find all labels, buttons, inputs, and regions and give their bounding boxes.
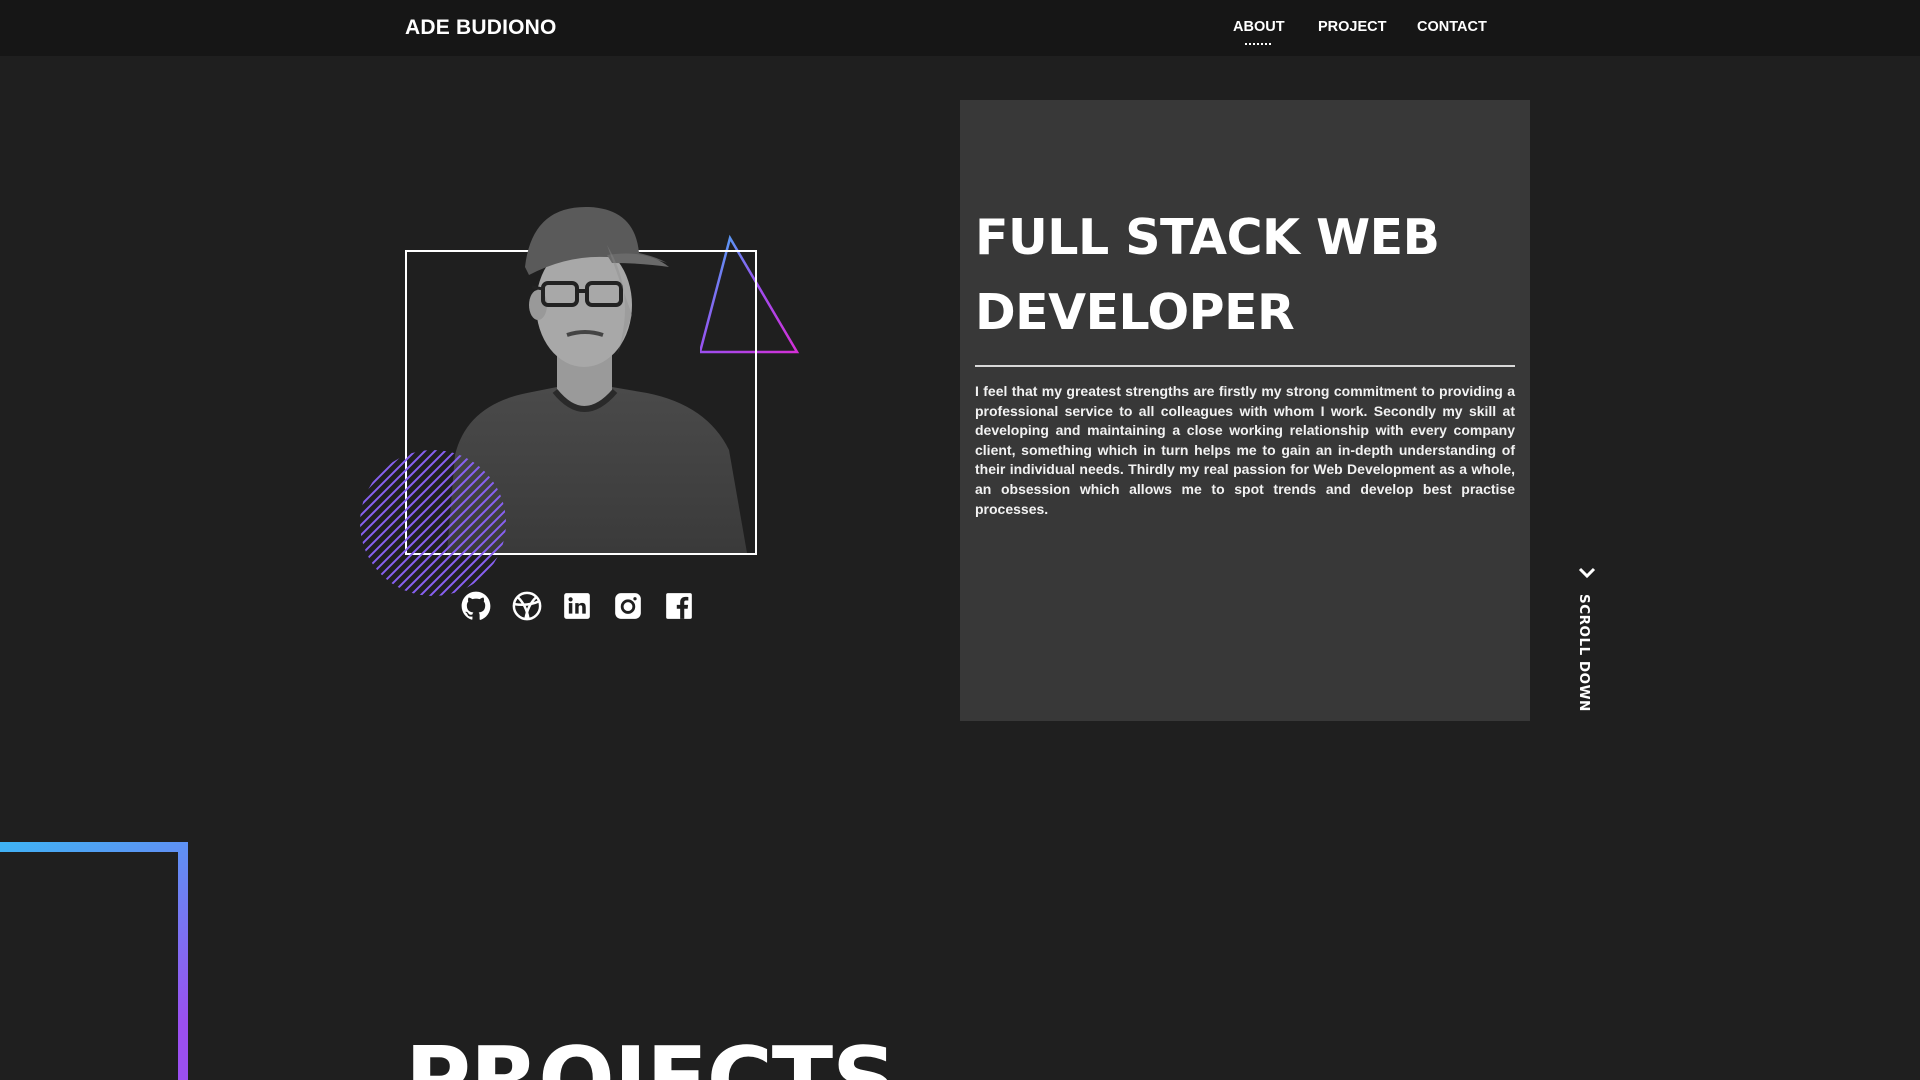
facebook-icon[interactable] xyxy=(663,590,695,622)
scroll-down-label: SCROLL DOWN xyxy=(1576,594,1592,712)
linkedin-icon[interactable] xyxy=(561,590,593,622)
nav-menu: ABOUT PROJECT CONTACT xyxy=(0,19,1920,49)
nav-item-contact[interactable]: CONTACT xyxy=(1417,19,1487,35)
navbar: ADE BUDIONO ABOUT PROJECT CONTACT xyxy=(0,0,1920,56)
chevron-down-icon xyxy=(1578,567,1596,579)
striped-circle-decoration xyxy=(360,450,506,596)
headline: FULL STACK WEB DEVELOPER xyxy=(975,200,1515,350)
instagram-icon[interactable] xyxy=(612,590,644,622)
headline-line-1: FULL STACK WEB xyxy=(975,209,1440,266)
bio-text: I feel that my greatest strengths are fi… xyxy=(975,383,1515,517)
headline-line-2: DEVELOPER xyxy=(975,284,1295,341)
active-nav-indicator xyxy=(1245,43,1271,45)
dribbble-icon[interactable] xyxy=(511,590,543,622)
github-icon[interactable] xyxy=(460,590,492,622)
gradient-frame-decoration xyxy=(0,842,188,1080)
nav-item-project[interactable]: PROJECT xyxy=(1318,19,1387,35)
headline-divider xyxy=(975,365,1515,367)
projects-heading: PROJECTS xyxy=(405,1036,897,1080)
scroll-down-button[interactable]: SCROLL DOWN xyxy=(1572,566,1604,716)
nav-item-about[interactable]: ABOUT xyxy=(1233,19,1285,35)
